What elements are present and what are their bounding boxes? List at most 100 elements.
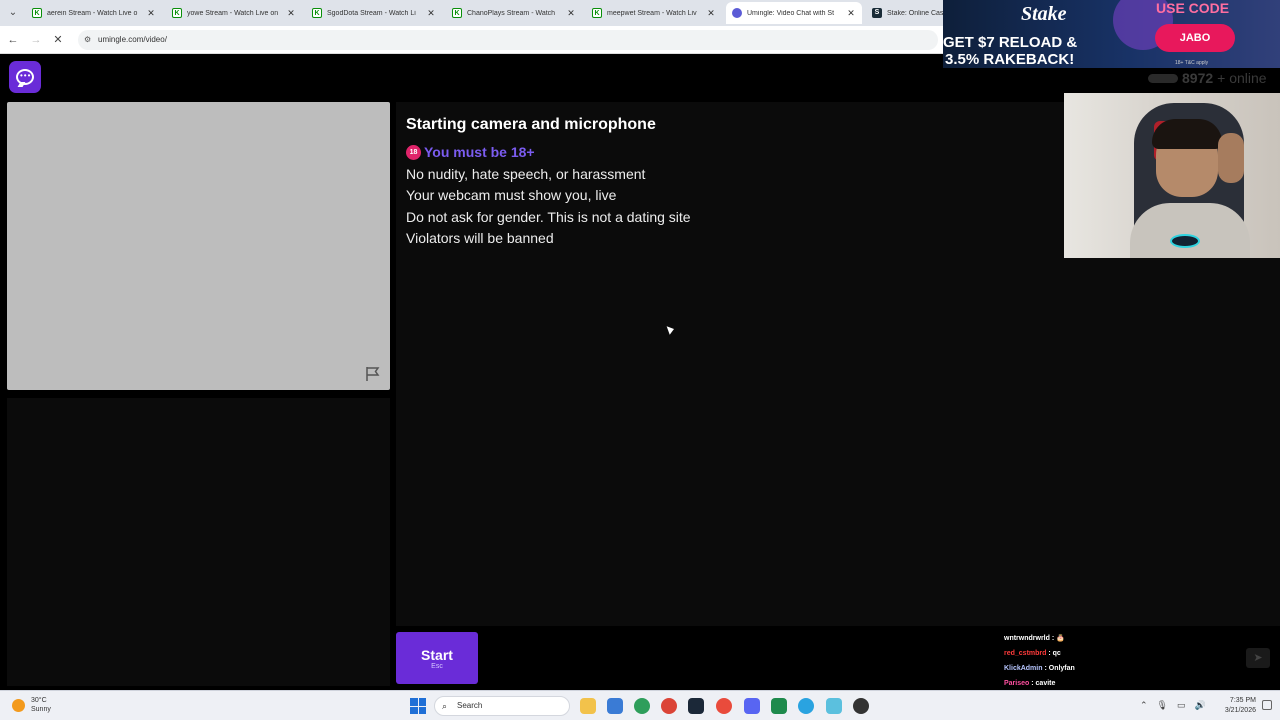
browser-tab[interactable]: Kaerein Stream - Watch Live o ✕: [26, 2, 162, 24]
stream-chat-line: KlickAdmin : Onlyfan: [1004, 661, 1124, 676]
stake-icon: S: [872, 8, 882, 18]
chat-username: Pariseo: [1004, 680, 1030, 687]
stream-chat: wntrwndrwrld : 🎂 red_cstmbrd : qc KlickAdm…: [1004, 631, 1124, 691]
back-icon[interactable]: ←: [6, 33, 20, 47]
ad-code: JABO: [1155, 24, 1235, 52]
streamer-webcam: [1064, 93, 1280, 258]
browser-tab[interactable]: K ChanoPlays Stream - Watch ✕: [446, 2, 582, 24]
search-icon: ⌕: [442, 701, 448, 711]
display-icon[interactable]: ▭: [1177, 700, 1186, 711]
umingle-logo-icon[interactable]: •••: [9, 61, 41, 93]
stop-loading-icon[interactable]: ✕: [51, 33, 65, 47]
stake-ad-banner: Stake GET $7 RELOAD & 3.5% RAKEBACK! USE…: [943, 0, 1280, 68]
chrome-icon[interactable]: [661, 698, 677, 714]
ad-code-label: USE CODE: [1156, 0, 1230, 16]
kick-icon: K: [592, 8, 602, 18]
kick-icon: K: [172, 8, 182, 18]
online-status-indicator: [1148, 73, 1178, 83]
age-rule: 18 You must be 18+: [406, 142, 691, 164]
clock-date: 3/21/2026: [1224, 707, 1256, 714]
chat-username: wntrwndrwrld: [1004, 635, 1050, 642]
microphone-tray-icon[interactable]: 🎙: [1157, 700, 1168, 711]
taskbar-search[interactable]: ⌕ Search: [434, 696, 570, 716]
rule-item: Your webcam must show you, live: [406, 187, 617, 203]
windows-taskbar: 30°C Sunny ⌕ Search ⌃ 🎙 ▭ 🔊 7:35 PM 3/21…: [0, 690, 1280, 720]
url-field[interactable]: ⚙ umingle.com/video/: [78, 30, 938, 50]
online-label: + online: [1217, 70, 1267, 86]
sun-icon: [12, 698, 25, 712]
chrome-beta-icon[interactable]: [634, 698, 650, 714]
chat-username: red_cstmbrd: [1004, 650, 1047, 657]
report-flag-icon[interactable]: [364, 366, 382, 382]
send-icon[interactable]: ➤: [1246, 648, 1270, 668]
chat-message: 🎂: [1056, 635, 1065, 642]
weather-widget[interactable]: 30°C Sunny: [12, 696, 51, 714]
app-icon-2[interactable]: [826, 698, 842, 714]
tab-title: yowe Stream - Watch Live on: [187, 9, 279, 17]
start-button[interactable]: Start Esc: [396, 632, 478, 684]
tab-close-icon[interactable]: ✕: [846, 8, 856, 19]
online-counter: 8972 + online: [1148, 70, 1267, 86]
tab-title: meepwet Stream - Watch Liv: [607, 9, 697, 17]
partner-video: [7, 102, 390, 390]
ad-promo-line2: 3.5% RAKEBACK!: [945, 51, 1075, 68]
url-text: umingle.com/video/: [98, 35, 167, 44]
tab-title: Umingle: Video Chat with St: [747, 9, 835, 17]
system-tray: ⌃ 🎙 ▭ 🔊: [1140, 700, 1206, 711]
obs-icon[interactable]: [853, 698, 869, 714]
copilot-icon[interactable]: [607, 698, 623, 714]
forward-icon[interactable]: →: [29, 33, 43, 47]
taskbar-search-placeholder: Search: [457, 701, 483, 710]
clock-time: 7:35 PM: [1229, 697, 1256, 704]
rule-item: Violators will be banned: [406, 230, 554, 246]
weather-cond: Sunny: [31, 706, 51, 713]
tab-close-icon[interactable]: ✕: [706, 8, 716, 19]
rule-item: No nudity, hate speech, or harassment: [406, 165, 646, 182]
clock[interactable]: 7:35 PM 3/21/2026: [1212, 696, 1256, 716]
kick-icon: K: [312, 8, 322, 18]
online-count: 8972: [1182, 70, 1214, 86]
notification-icon[interactable]: [1262, 700, 1272, 710]
stream-chat-line: red_cstmbrd : qc: [1004, 646, 1124, 661]
tab-close-icon[interactable]: ✕: [566, 8, 576, 19]
chat-message: Onlyfan: [1048, 665, 1075, 672]
stream-chat-line: wntrwndrwrld : 🎂: [1004, 631, 1124, 646]
telegram-icon[interactable]: [798, 698, 814, 714]
chat-username: KlickAdmin: [1004, 665, 1043, 672]
browser-tab[interactable]: Kmeepwet Stream - Watch Liv ✕: [586, 2, 722, 24]
age-rule-text: You must be 18+: [424, 144, 535, 160]
chevron-up-icon[interactable]: ⌃: [1140, 700, 1148, 711]
windows-start-icon[interactable]: [410, 698, 426, 714]
browser-tab[interactable]: Kyowe Stream - Watch Live on ✕: [166, 2, 302, 24]
tab-search-icon[interactable]: ⌄: [6, 6, 20, 20]
kick-icon: K: [32, 8, 42, 18]
self-video: [7, 398, 390, 686]
tab-close-icon[interactable]: ✕: [146, 8, 156, 19]
tab-title: SgodDota Stream - Watch Li: [327, 9, 416, 17]
chrome-active-icon[interactable]: [716, 698, 732, 714]
tab-title: ChanoPlays Stream - Watch: [467, 9, 556, 17]
discord-icon[interactable]: [744, 698, 760, 714]
start-button-shortcut: Esc: [431, 663, 443, 670]
weather-temp: 30°C: [31, 697, 47, 704]
browser-tab[interactable]: Umingle: Video Chat with St ✕: [726, 2, 862, 24]
status-title: Starting camera and microphone: [406, 116, 656, 133]
kick-icon: K: [452, 8, 462, 18]
file-explorer-icon[interactable]: [580, 698, 596, 714]
umingle-icon: [732, 8, 742, 18]
site-info-icon[interactable]: ⚙: [84, 30, 91, 50]
no-under-18-icon: 18: [406, 145, 421, 161]
browser-tab[interactable]: K SgodDota Stream - Watch Li ✕: [306, 2, 442, 24]
chat-message: qc: [1052, 650, 1061, 657]
tab-close-icon[interactable]: ✕: [426, 8, 436, 19]
microphone-icon: [1170, 234, 1200, 248]
chat-message: cavite: [1035, 680, 1056, 687]
app-icon[interactable]: [771, 698, 787, 714]
volume-icon[interactable]: 🔊: [1195, 700, 1206, 711]
rule-item: Do not ask for gender. This is not a dat…: [406, 208, 691, 225]
tab-close-icon[interactable]: ✕: [286, 8, 296, 19]
rules-list: 18 You must be 18+ No nudity, hate speec…: [406, 142, 691, 250]
ad-promo-line1: GET $7 RELOAD &: [943, 34, 1078, 51]
steam-icon[interactable]: [688, 698, 704, 714]
stream-chat-line: Pariseo : cavite: [1004, 676, 1124, 691]
